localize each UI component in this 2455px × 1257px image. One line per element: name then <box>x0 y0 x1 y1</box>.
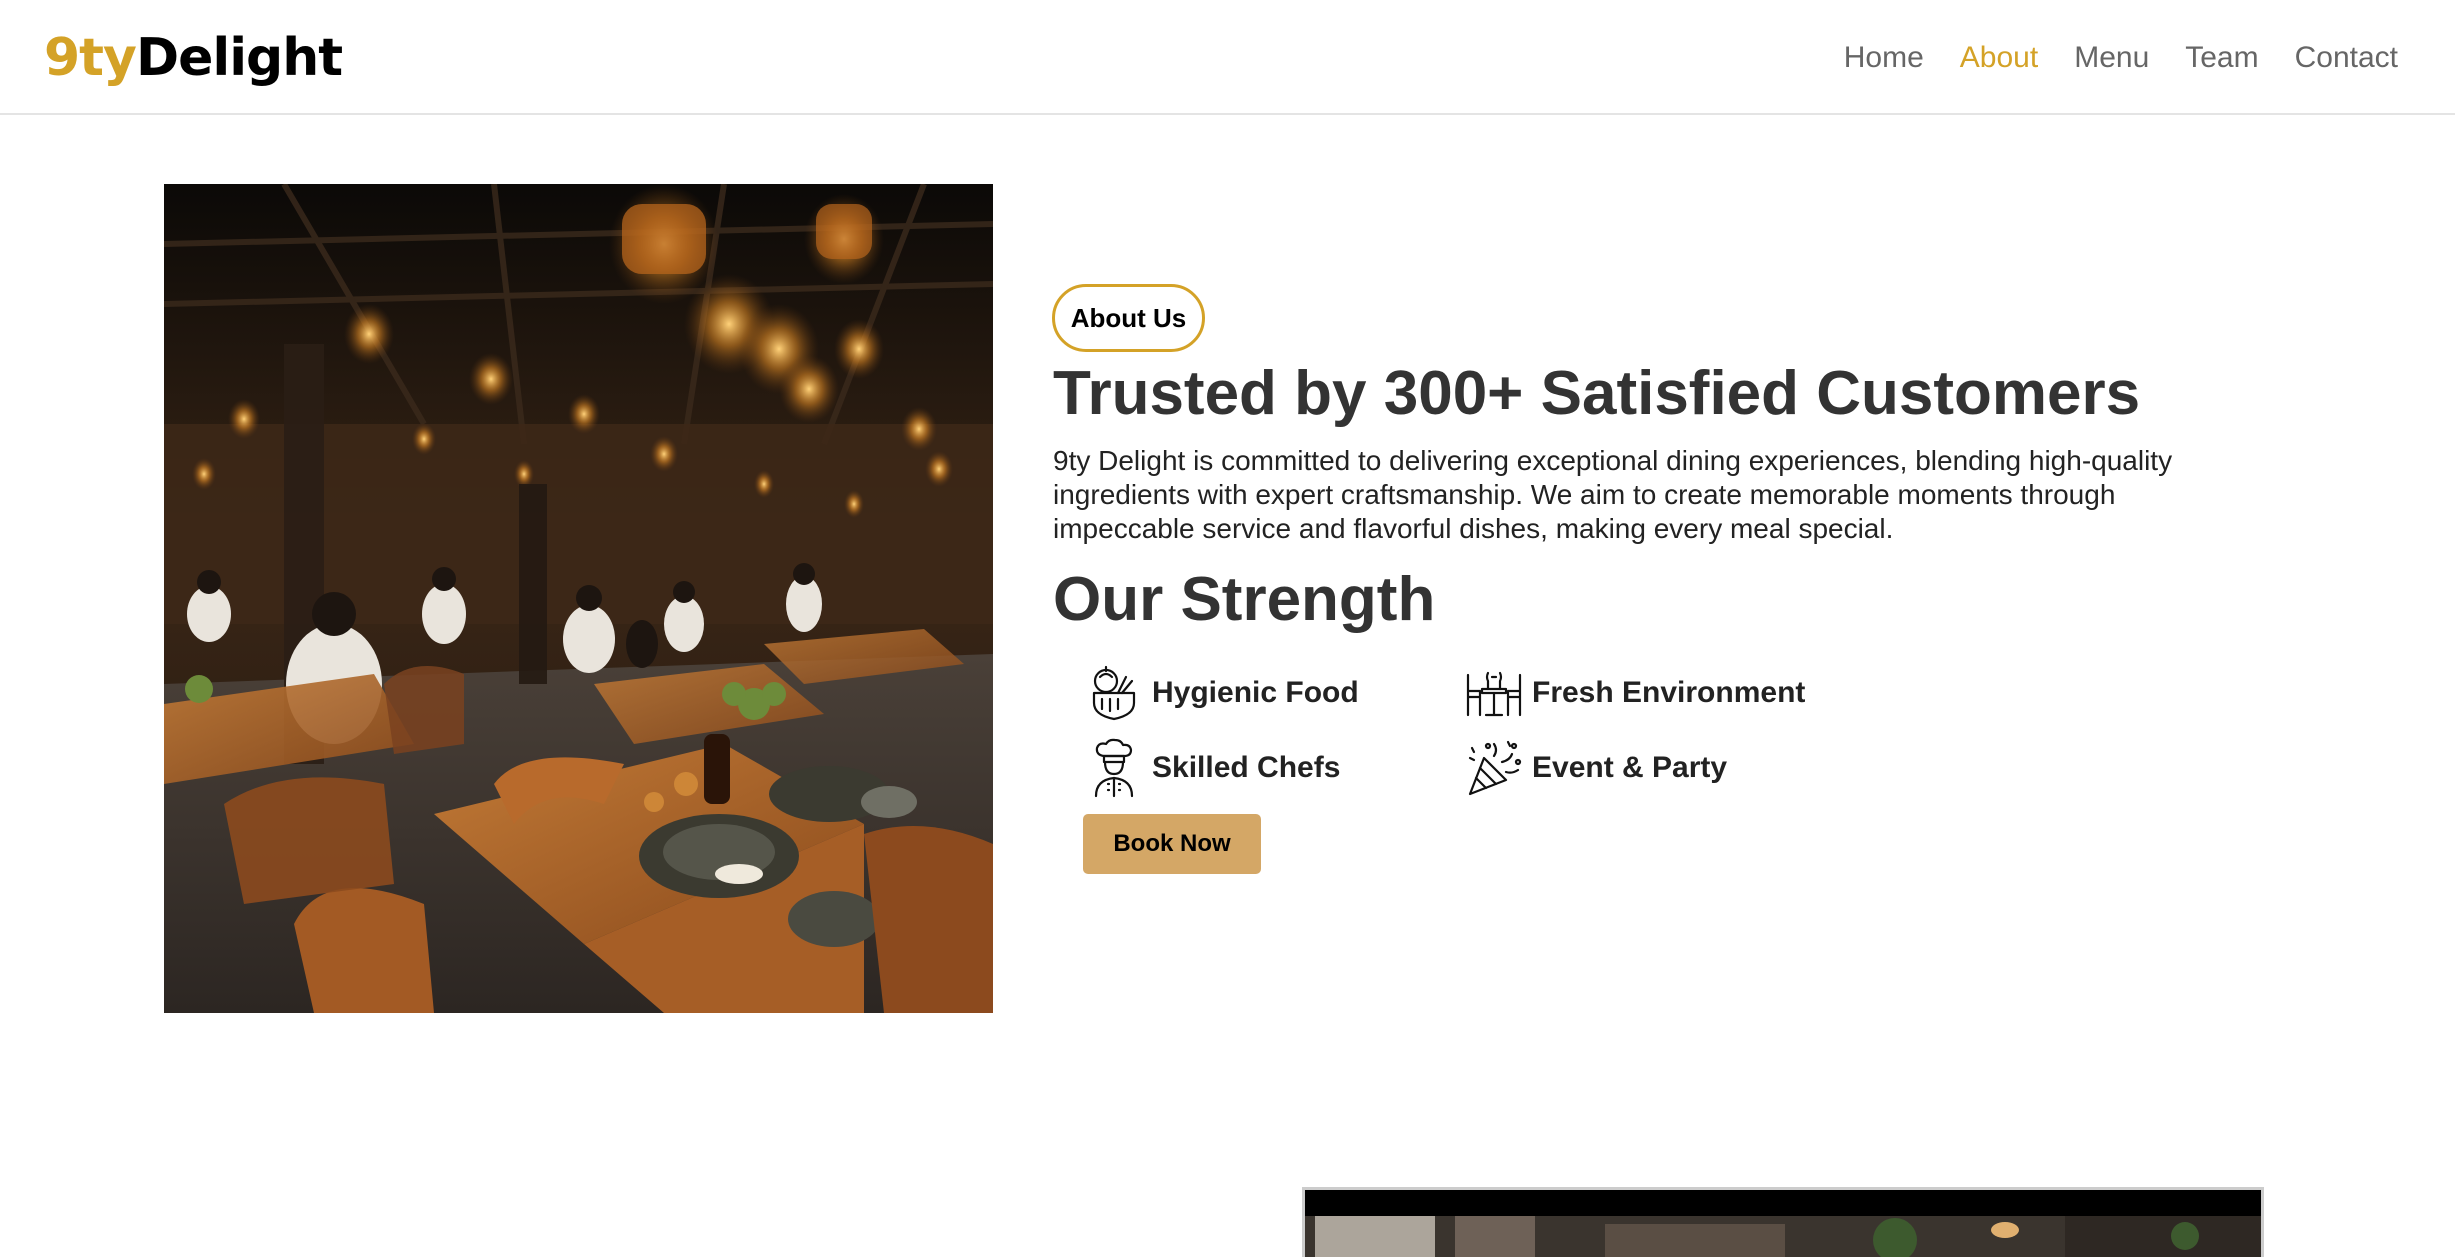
nav-about[interactable]: About <box>1960 38 2038 78</box>
feature-label: Hygienic Food <box>1152 676 1359 709</box>
nav-menu[interactable]: Menu <box>2074 38 2149 78</box>
nav-contact[interactable]: Contact <box>2295 38 2398 78</box>
feature-label: Fresh Environment <box>1532 676 1806 709</box>
next-section-image <box>1302 1187 2264 1257</box>
site-header: 9tyDelight Home About Menu Team Contact <box>0 0 2455 115</box>
vegetables-icon <box>1082 661 1146 725</box>
feature-skilled-chefs: Skilled Chefs <box>1082 736 1340 800</box>
dining-table-icon <box>1462 661 1526 725</box>
book-now-button[interactable]: Book Now <box>1083 814 1261 874</box>
brand-logo-rest: Delight <box>135 28 343 88</box>
nav-team[interactable]: Team <box>2185 38 2258 78</box>
feature-hygienic-food: Hygienic Food <box>1082 661 1359 725</box>
about-description: 9ty Delight is committed to delivering e… <box>1053 445 2173 544</box>
about-us-pill: About Us <box>1052 284 1205 352</box>
restaurant-interior-image <box>164 184 993 1013</box>
party-popper-icon <box>1462 736 1526 800</box>
feature-event-party: Event & Party <box>1462 736 1727 800</box>
chef-icon <box>1082 736 1146 800</box>
brand-logo[interactable]: 9tyDelight <box>44 26 343 90</box>
feature-label: Event & Party <box>1532 751 1728 784</box>
section-title: Trusted by 300+ Satisfied Customers <box>1053 359 2141 428</box>
nav-home[interactable]: Home <box>1844 38 1924 78</box>
strength-title: Our Strength <box>1053 565 1436 634</box>
feature-label: Skilled Chefs <box>1152 751 1341 784</box>
main-nav: Home About Menu Team Contact <box>1844 38 2398 78</box>
feature-fresh-environment: Fresh Environment <box>1462 661 1805 725</box>
brand-logo-accent: 9ty <box>44 28 137 88</box>
